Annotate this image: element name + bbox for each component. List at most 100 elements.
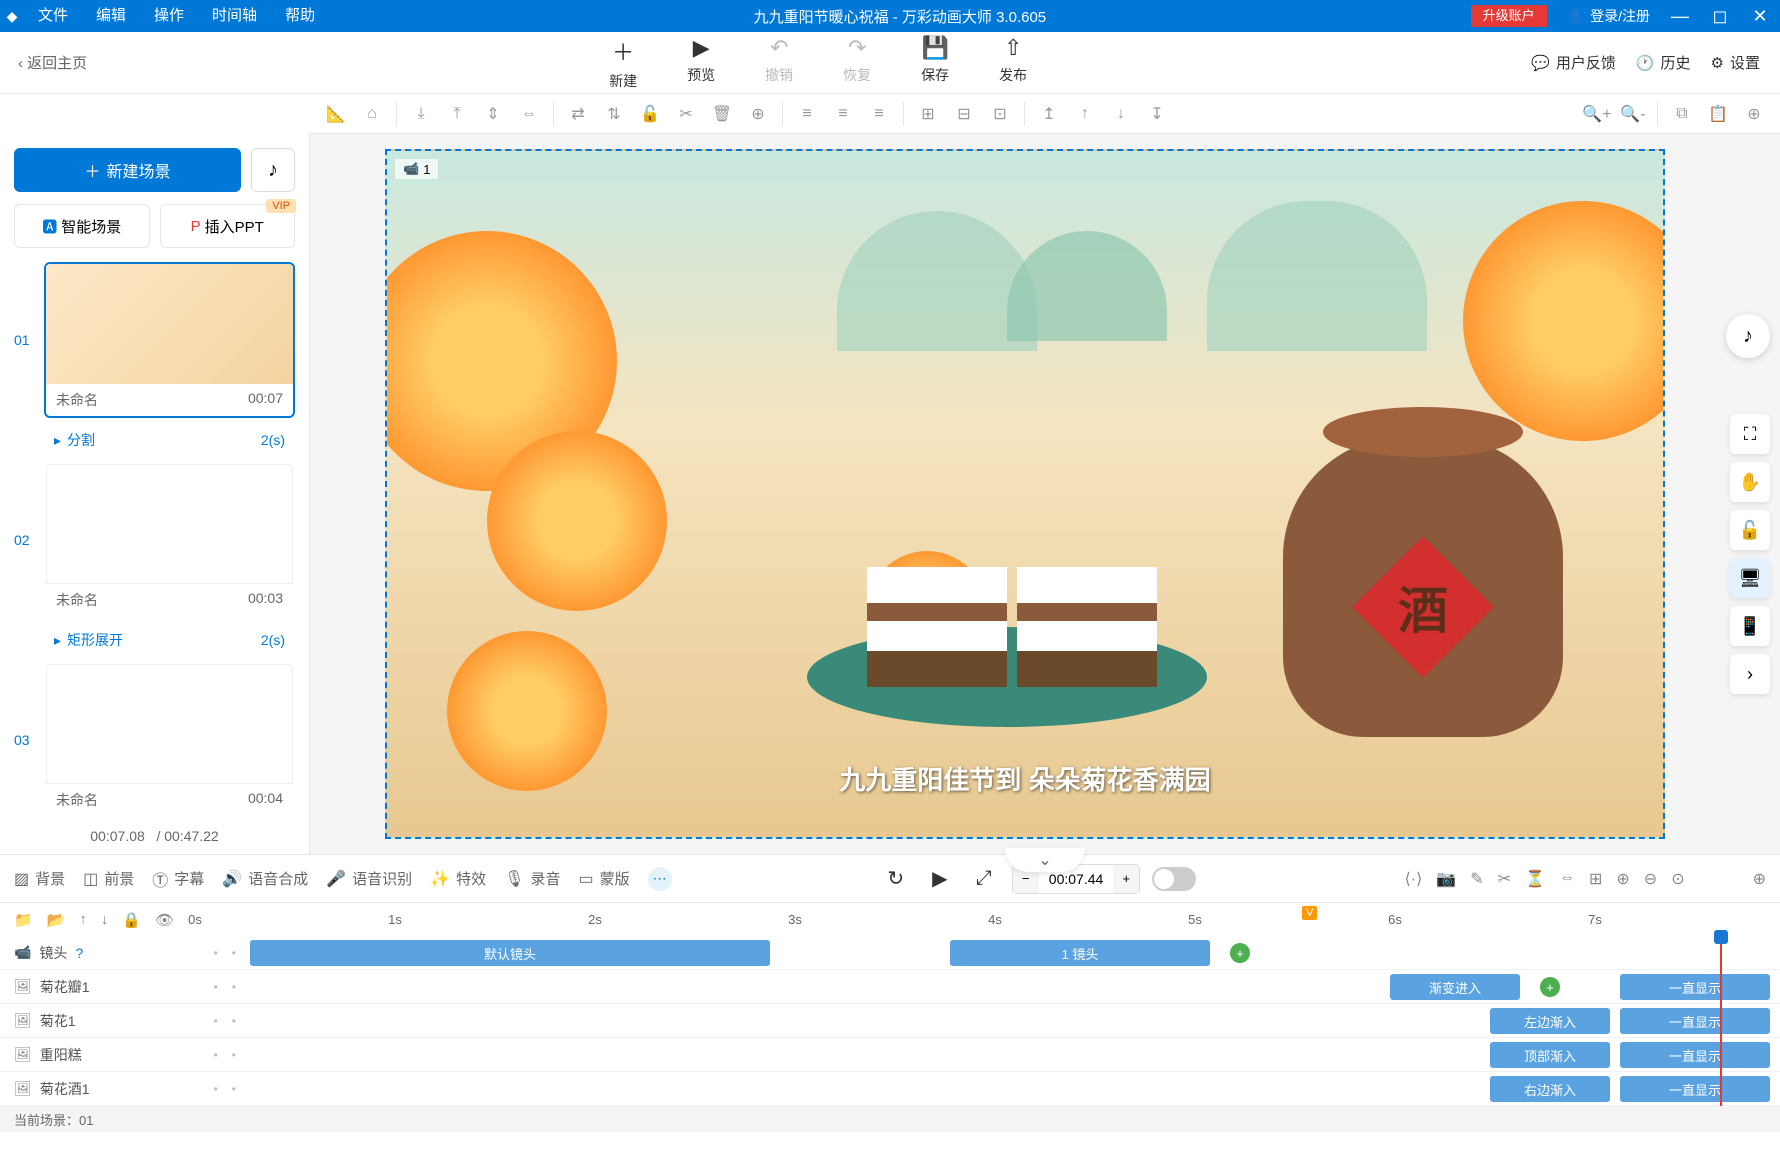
menu-edit[interactable]: 编辑 [82,0,140,32]
lock-icon[interactable]: 🔓 [634,98,666,130]
toggle-switch[interactable] [1152,867,1196,891]
timeline-track[interactable]: 右边渐入 一直显示 [250,1072,1780,1105]
play-button[interactable]: ▶ [924,863,956,895]
canvas[interactable]: 📹 1 酒 九九重阳佳节到 朵朵菊花香满园 [385,149,1665,839]
clip-camera-1[interactable]: 1 镜头 [950,940,1210,966]
up-icon[interactable]: ↑ [79,911,87,928]
zoom-in-icon[interactable]: ⊕ [1616,869,1629,889]
mobile-icon[interactable]: 📱 [1730,606,1770,646]
clip-right-in[interactable]: 右边渐入 [1490,1076,1610,1102]
menu-timeline[interactable]: 时间轴 [198,0,271,32]
maximize-button[interactable]: ◻ [1700,0,1740,32]
align-h-icon[interactable]: ⇔ [513,98,545,130]
lock-icon[interactable]: 🔒 [122,911,141,929]
zoom-out-icon[interactable]: ⊖ [1644,869,1657,889]
transition-1[interactable]: ▸ 分割 2(s) [44,424,295,456]
distribute-v-icon[interactable]: ⊟ [948,98,980,130]
folder-open-icon[interactable]: 📂 [47,911,66,929]
clip-top-in[interactable]: 顶部渐入 [1490,1042,1610,1068]
login-button[interactable]: 👤 登录/注册 [1557,6,1660,26]
fit-icon[interactable]: ⊙ [1671,869,1684,889]
tab-effects[interactable]: ✨特效 [430,868,486,889]
preview-button[interactable]: ▶ 预览 [687,35,715,91]
backward-icon[interactable]: ↓ [1105,98,1137,130]
add-marker[interactable]: + [1230,943,1250,963]
music-float-button[interactable]: ♪ [1726,314,1770,358]
desktop-icon[interactable]: 🖥 [1730,558,1770,598]
menu-operate[interactable]: 操作 [140,0,198,32]
tab-background[interactable]: ▨背景 [14,868,65,889]
align-top-icon[interactable]: ⤒ [441,98,473,130]
folder-icon[interactable]: 📁 [14,911,33,929]
camera-icon[interactable]: 📷 [1436,869,1456,889]
align-right-icon[interactable]: ≡ [863,98,895,130]
lock-icon[interactable]: 🔓 [1730,510,1770,550]
timeline-track[interactable]: 渐变进入 + 一直显示 [250,970,1780,1003]
timeline-track[interactable]: 左边渐入 一直显示 [250,1004,1780,1037]
edit-icon[interactable]: ✎ [1470,869,1483,889]
clip-keep-show[interactable]: 一直显示 [1620,1076,1770,1102]
target-icon[interactable]: ⊕ [742,98,774,130]
clip-default-camera[interactable]: 默认镜头 [250,940,770,966]
add-icon[interactable]: ⊕ [1753,869,1766,889]
scene-card-2[interactable]: 未命名 00:03 [44,462,295,618]
bracket-left-icon[interactable]: ⟨·⟩ [1405,869,1423,889]
align-left-icon[interactable]: ≡ [791,98,823,130]
scene-card-1[interactable]: 未命名 00:07 [44,262,295,418]
clip-keep-show[interactable]: 一直显示 [1620,974,1770,1000]
group-icon[interactable]: ⊡ [984,98,1016,130]
back-home-button[interactable]: ‹ 返回主页 [0,52,105,73]
clip-keep-show[interactable]: 一直显示 [1620,1008,1770,1034]
collapse-handle[interactable]: ⌄ [1005,848,1085,872]
tab-tts[interactable]: 🔊语音合成 [222,868,308,889]
back-icon[interactable]: ↧ [1141,98,1173,130]
flip-h-icon[interactable]: ⇄ [562,98,594,130]
time-plus-button[interactable]: + [1113,865,1139,893]
publish-button[interactable]: ⇧ 发布 [999,35,1027,91]
arrows-icon[interactable]: ⇔ [1559,869,1575,889]
undo-button[interactable]: ↶ 撤销 [765,35,793,91]
redo-button[interactable]: ↷ 恢复 [843,35,871,91]
tab-foreground[interactable]: ◫前景 [83,868,134,889]
hand-icon[interactable]: ✋ [1730,462,1770,502]
help-icon[interactable]: ? [75,945,83,961]
down-icon[interactable]: ↓ [101,911,109,928]
duplicate-icon[interactable]: ⊕ [1738,98,1770,130]
chevron-right-icon[interactable]: › [1730,654,1770,694]
crop-icon[interactable]: ✂ [1498,869,1511,889]
close-button[interactable]: ✕ [1740,0,1780,32]
clip-keep-show[interactable]: 一直显示 [1620,1042,1770,1068]
zoom-out-icon[interactable]: 🔍- [1617,98,1649,130]
feedback-button[interactable]: 💬 用户反馈 [1531,52,1616,73]
music-button[interactable]: ♪ [251,148,295,192]
tab-asr[interactable]: 🎤语音识别 [326,868,412,889]
insert-ppt-button[interactable]: P 插入PPT VIP [160,204,296,248]
expand-button[interactable]: ⤢ [968,863,1000,895]
timeline-track[interactable]: 顶部渐入 一直显示 [250,1038,1780,1071]
minimize-button[interactable]: — [1660,0,1700,32]
distribute-h-icon[interactable]: ⊞ [912,98,944,130]
home-icon[interactable]: ⌂ [356,98,388,130]
eye-icon[interactable]: 👁 [155,911,174,929]
settings-button[interactable]: ⚙ 设置 [1711,52,1760,73]
align-v-icon[interactable]: ⇕ [477,98,509,130]
align-center-icon[interactable]: ≡ [827,98,859,130]
delete-icon[interactable]: 🗑 [706,98,738,130]
add-marker[interactable]: + [1540,977,1560,997]
upgrade-button[interactable]: 升级账户 [1471,5,1547,27]
tab-subtitle[interactable]: Ⓣ字幕 [152,867,204,891]
menu-help[interactable]: 帮助 [271,0,329,32]
tab-mask[interactable]: ▭蒙版 [578,868,629,889]
clip-left-in[interactable]: 左边渐入 [1490,1008,1610,1034]
new-button[interactable]: ＋ 新建 [609,35,637,91]
history-button[interactable]: 🕐 历史 [1636,52,1691,73]
ai-scene-button[interactable]: 🅰 智能场景 [14,204,150,248]
timeline-ruler[interactable]: 0s 1s 2s 3s 4s 5s 6s 7s [188,903,1766,937]
copy-icon[interactable]: ⧉ [1666,98,1698,130]
more-button[interactable]: ⋯ [648,867,672,891]
ruler-icon[interactable]: 📐 [320,98,352,130]
clip-fade-in[interactable]: 渐变进入 [1390,974,1520,1000]
save-button[interactable]: 💾 保存 [921,35,949,91]
scene-card-3[interactable]: 未命名 00:04 [44,662,295,818]
flip-v-icon[interactable]: ⇅ [598,98,630,130]
